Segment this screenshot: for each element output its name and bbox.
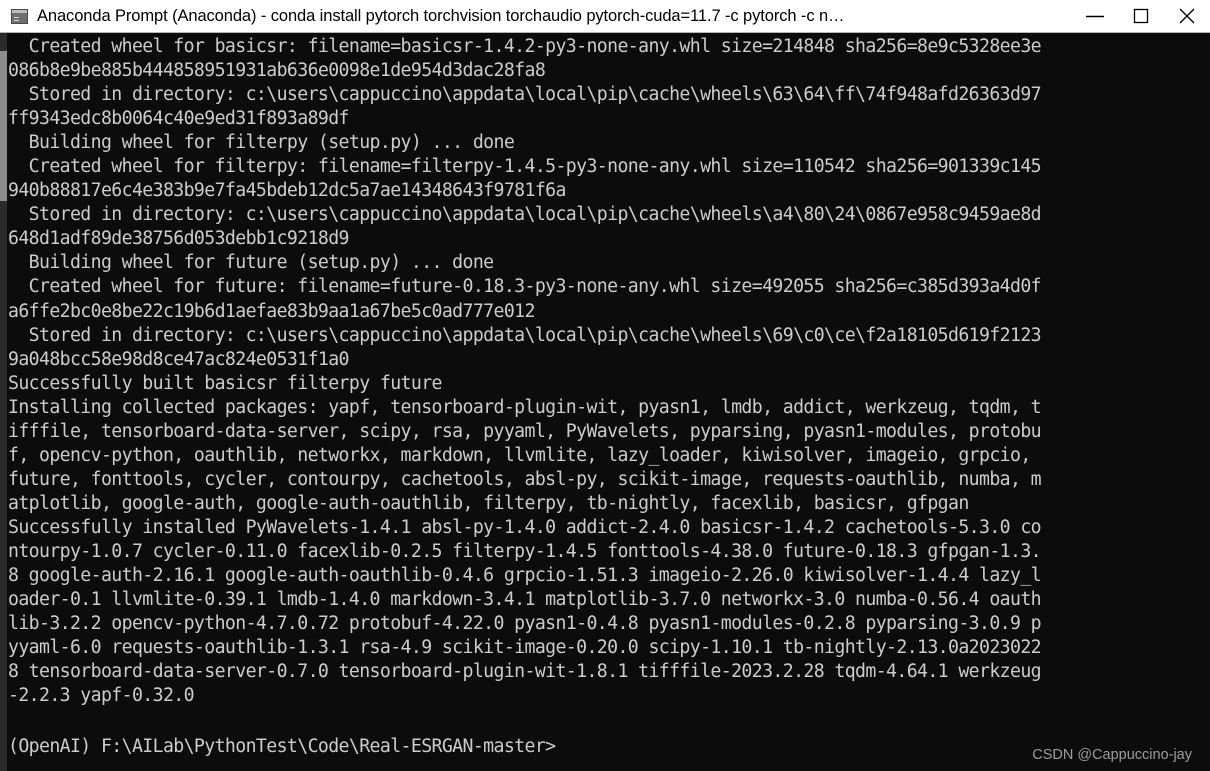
- command-prompt[interactable]: (OpenAI) F:\AILab\PythonTest\Code\Real-E…: [8, 735, 556, 759]
- console-line: Stored in directory: c:\users\cappuccino…: [8, 84, 1042, 106]
- console-icon: [11, 8, 28, 24]
- console-line: oader-0.1 llvmlite-0.39.1 lmdb-1.4.0 mar…: [8, 589, 1042, 611]
- console-line: 086b8e9be885b444858951931ab636e0098e1de9…: [8, 60, 546, 82]
- console-line: 9a048bcc58e98d8ce47ac824e0531f1a0: [8, 348, 350, 370]
- console-line: 648d1adf89de38756d053debb1c9218d9: [8, 228, 350, 250]
- window-controls: [1072, 0, 1210, 32]
- console-line: ff9343edc8b0064c40e9ed31f893a89df: [8, 108, 350, 130]
- terminal-window: Anaconda Prompt (Anaconda) - conda insta…: [0, 0, 1210, 771]
- console-line: Stored in directory: c:\users\cappuccino…: [8, 204, 1042, 226]
- terminal-area: Created wheel for basicsr: filename=basi…: [0, 33, 1210, 771]
- console-line: yyaml-6.0 requests-oauthlib-1.3.1 rsa-4.…: [8, 637, 1042, 659]
- close-icon: [1179, 8, 1195, 24]
- maximize-icon: [1133, 8, 1149, 24]
- console-line: ntourpy-1.0.7 cycler-0.11.0 facexlib-0.2…: [8, 540, 1042, 562]
- console-output-region[interactable]: Created wheel for basicsr: filename=basi…: [7, 33, 1210, 771]
- console-line: Created wheel for filterpy: filename=fil…: [8, 156, 1042, 178]
- console-line: Stored in directory: c:\users\cappuccino…: [8, 324, 1042, 346]
- console-line: future, fonttools, cycler, contourpy, ca…: [8, 468, 1042, 490]
- watermark-label: CSDN @Cappuccino-jay: [1032, 747, 1192, 763]
- console-line: Building wheel for filterpy (setup.py) .…: [8, 132, 515, 154]
- console-line: Created wheel for future: filename=futur…: [8, 276, 1042, 298]
- console-line: 8 tensorboard-data-server-0.7.0 tensorbo…: [8, 661, 1042, 683]
- minimize-icon: [1086, 15, 1104, 18]
- console-line: 940b88817e6c4e383b9e7fa45bdeb12dc5a7ae14…: [8, 180, 566, 202]
- maximize-button[interactable]: [1118, 0, 1164, 32]
- console-line: f, opencv-python, oauthlib, networkx, ma…: [8, 444, 1031, 466]
- console-line: Successfully built basicsr filterpy futu…: [8, 372, 442, 394]
- console-line: ifffile, tensorboard-data-server, scipy,…: [8, 420, 1042, 442]
- console-line: a6ffe2bc0e8be22c19b6d1aefae83b9aa1a67be5…: [8, 300, 535, 322]
- scrollbar-thumb[interactable]: [0, 51, 7, 201]
- console-line: Installing collected packages: yapf, ten…: [8, 396, 1042, 418]
- minimize-button[interactable]: [1072, 0, 1118, 32]
- close-button[interactable]: [1164, 0, 1210, 32]
- console-line: Successfully installed PyWavelets-1.4.1 …: [8, 516, 1042, 538]
- console-line: Created wheel for basicsr: filename=basi…: [8, 36, 1042, 57]
- title-bar[interactable]: Anaconda Prompt (Anaconda) - conda insta…: [0, 0, 1210, 33]
- window-title: Anaconda Prompt (Anaconda) - conda insta…: [37, 6, 845, 25]
- console-line: -2.2.3 yapf-0.32.0: [8, 685, 195, 707]
- console-line: lib-3.2.2 opencv-python-4.7.0.72 protobu…: [8, 613, 1042, 635]
- vertical-scrollbar[interactable]: [0, 33, 7, 771]
- console-line: 8 google-auth-2.16.1 google-auth-oauthli…: [8, 565, 1042, 587]
- console-line: atplotlib, google-auth, google-auth-oaut…: [8, 492, 969, 514]
- title-bar-left: Anaconda Prompt (Anaconda) - conda insta…: [0, 7, 1072, 26]
- console-line: Building wheel for future (setup.py) ...…: [8, 252, 494, 274]
- console-output: Created wheel for basicsr: filename=basi…: [7, 35, 1210, 708]
